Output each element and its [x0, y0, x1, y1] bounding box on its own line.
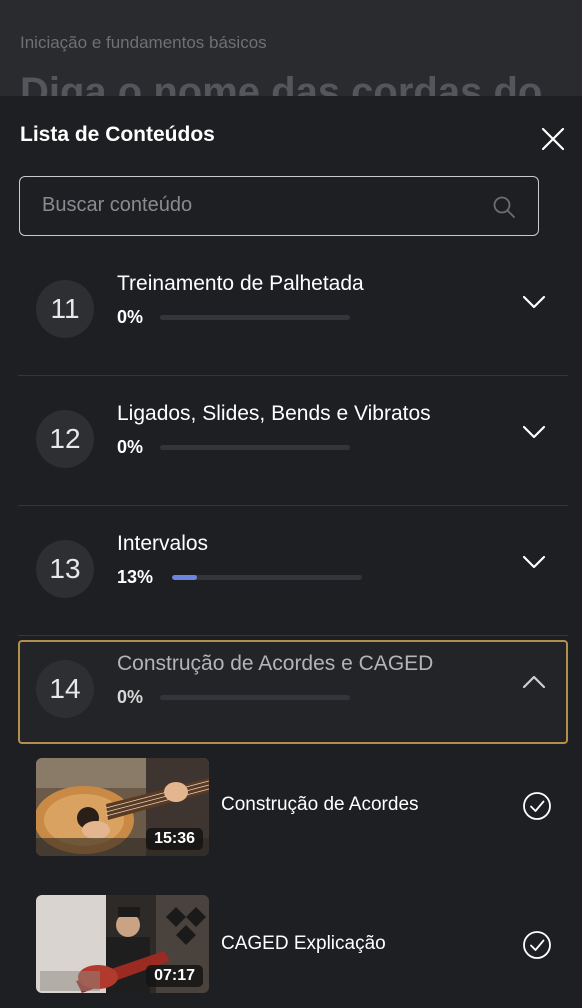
progress-fill [172, 575, 197, 580]
module-title: Ligados, Slides, Bends e Vibratos [117, 402, 431, 425]
module-progress-label: 0% [117, 437, 144, 457]
module-item[interactable]: 11 Treinamento de Palhetada 0% [18, 260, 568, 376]
module-number: 14 [36, 660, 94, 718]
background-page-header: Iniciação e fundamentos básicos Diga o n… [0, 0, 582, 96]
search-input[interactable] [42, 177, 482, 234]
lesson-title: CAGED Explicação [221, 933, 386, 954]
module-progress-bar [160, 315, 350, 320]
lesson-title: Construção de Acordes [221, 794, 419, 815]
panel-title: Lista de Conteúdos [20, 123, 215, 146]
module-number: 12 [36, 410, 94, 468]
breadcrumb: Iniciação e fundamentos básicos [20, 33, 267, 52]
background-lesson-title: Diga o nome das cordas do [20, 70, 543, 96]
module-progress-bar [160, 695, 350, 700]
chevron-up-icon[interactable] [518, 666, 550, 698]
module-item[interactable]: 13 Intervalos 13% [18, 520, 568, 636]
panel-header: Lista de Conteúdos [0, 96, 582, 176]
chevron-down-icon[interactable] [518, 416, 550, 448]
module-number: 11 [36, 280, 94, 338]
lesson-item[interactable]: 07:17 CAGED Explicação [36, 895, 566, 993]
chevron-down-icon[interactable] [518, 286, 550, 318]
lesson-duration: 15:36 [146, 828, 203, 850]
close-icon[interactable] [538, 124, 568, 154]
lesson-duration: 07:17 [146, 965, 203, 987]
lesson-thumbnail[interactable]: 15:36 [36, 758, 209, 856]
check-circle-icon [523, 792, 551, 820]
search-box [19, 176, 539, 236]
module-title: Construção de Acordes e CAGED [117, 652, 434, 675]
check-circle-icon [523, 931, 551, 959]
module-item[interactable]: 12 Ligados, Slides, Bends e Vibratos 0% [18, 390, 568, 506]
content-list-panel: Lista de Conteúdos 11 Treinamento de Pal… [0, 96, 582, 1008]
search-icon[interactable] [492, 195, 516, 219]
module-progress-label: 0% [117, 687, 144, 707]
chevron-down-icon[interactable] [518, 546, 550, 578]
module-progress-bar [172, 575, 362, 580]
module-item-active[interactable]: 14 Construção de Acordes e CAGED 0% [18, 640, 568, 744]
module-progress-label: 0% [117, 307, 144, 327]
module-number: 13 [36, 540, 94, 598]
module-title: Treinamento de Palhetada [117, 272, 364, 295]
lesson-thumbnail[interactable]: 07:17 [36, 895, 209, 993]
module-progress-bar [160, 445, 350, 450]
lesson-item[interactable]: 15:36 Construção de Acordes [36, 758, 566, 856]
module-progress-label: 13% [117, 567, 154, 587]
module-title: Intervalos [117, 532, 209, 555]
